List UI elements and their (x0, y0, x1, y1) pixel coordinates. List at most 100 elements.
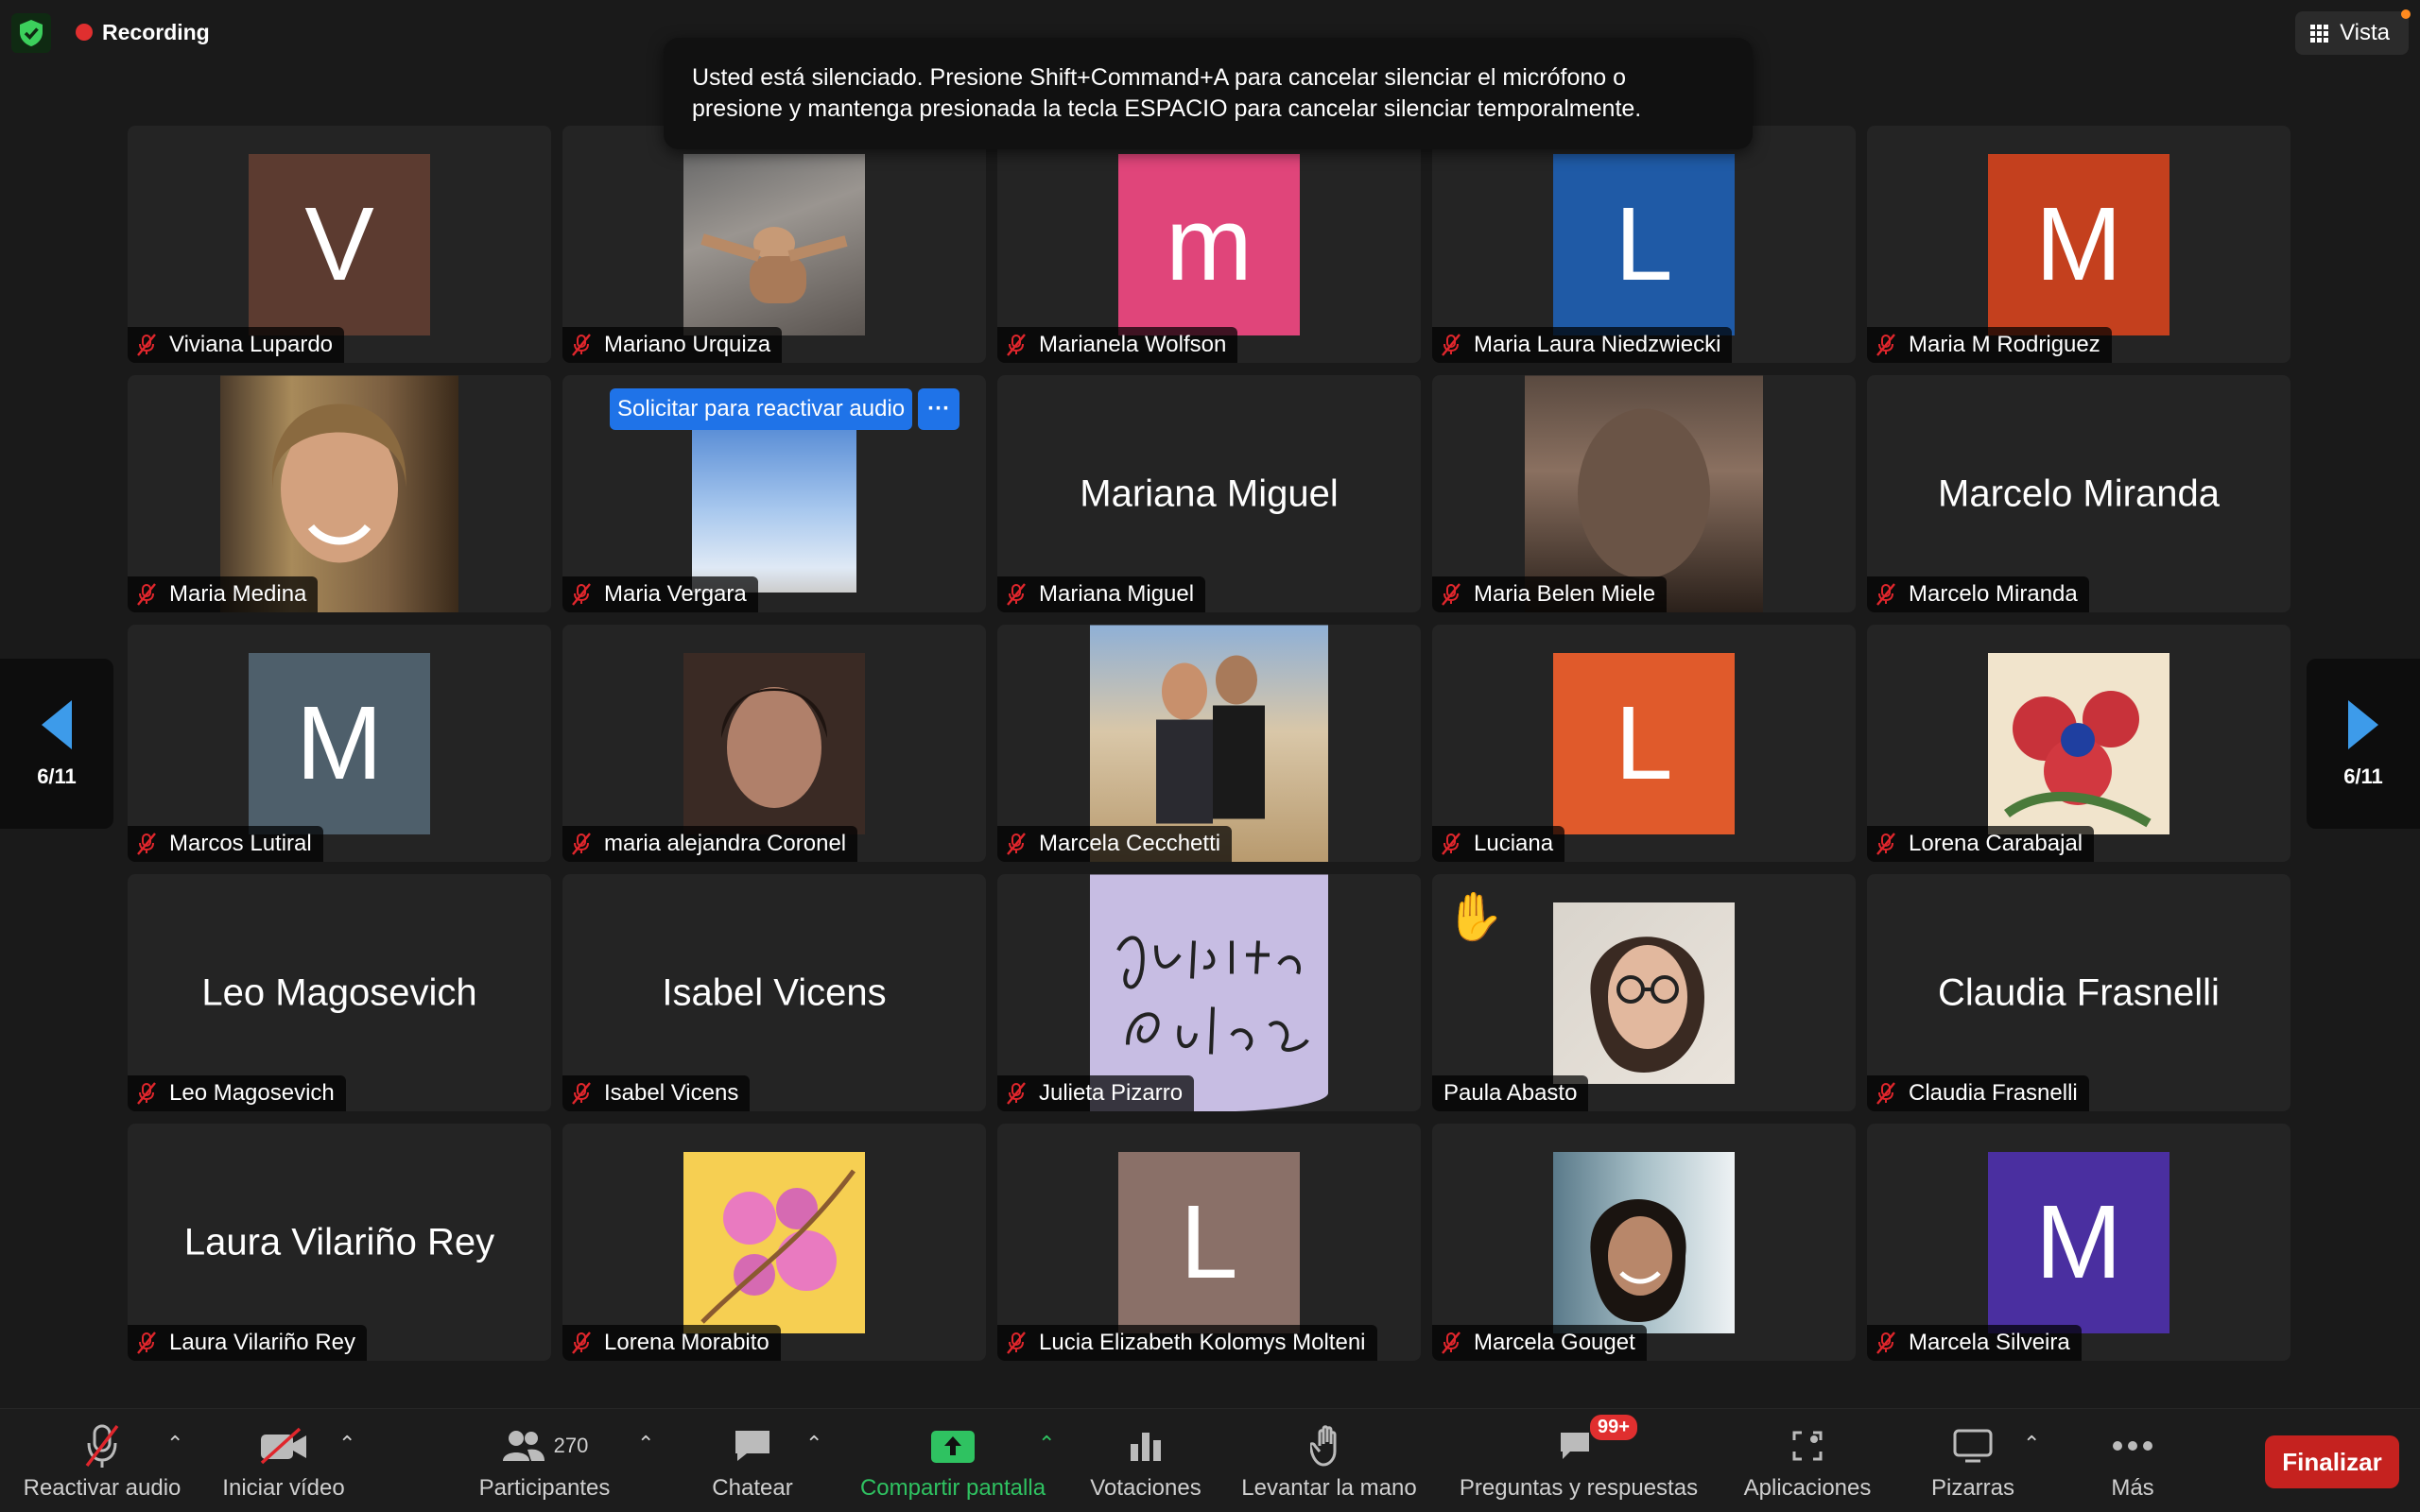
participant-tile[interactable]: Marcelo Miranda Marcelo Miranda (1867, 375, 2290, 612)
participant-tile[interactable]: M Maria M Rodriguez (1867, 126, 2290, 363)
participant-tile[interactable]: Mariano Urquiza (562, 126, 986, 363)
polls-button[interactable]: Votaciones (1083, 1409, 1208, 1512)
participant-name: Isabel Vicens (604, 1080, 739, 1106)
tile-more-options-button[interactable]: ··· (918, 388, 960, 430)
video-off-icon (258, 1417, 309, 1475)
recording-dot-icon (76, 24, 93, 41)
participant-name: Lucia Elizabeth Kolomys Molteni (1039, 1330, 1366, 1355)
muted-mic-icon (137, 833, 156, 855)
muted-mic-icon (1442, 334, 1461, 356)
start-video-button[interactable]: Iniciar vídeo (208, 1409, 359, 1512)
grid-view-icon (2310, 24, 2329, 43)
muted-mic-icon (1442, 833, 1461, 855)
participant-tile[interactable]: Maria Belen Miele (1432, 375, 1856, 612)
participant-tile[interactable]: L Lucia Elizabeth Kolomys Molteni (997, 1124, 1421, 1361)
participant-name: Maria Vergara (604, 581, 747, 607)
participant-tile[interactable]: Laura Vilariño Rey Laura Vilariño Rey (128, 1124, 551, 1361)
participant-photo (692, 428, 856, 593)
muted-mic-icon (1442, 583, 1461, 606)
participant-name-label: Mariano Urquiza (562, 327, 783, 363)
end-meeting-button[interactable]: Finalizar (2265, 1435, 2399, 1488)
participant-tile[interactable]: Isabel Vicens Isabel Vicens (562, 874, 986, 1111)
raise-hand-button[interactable]: Levantar la mano (1235, 1409, 1424, 1512)
participant-name-label: Lucia Elizabeth Kolomys Molteni (997, 1325, 1377, 1361)
share-screen-button[interactable]: Compartir pantalla (851, 1409, 1055, 1512)
share-screen-label: Compartir pantalla (859, 1475, 1046, 1501)
participant-tile[interactable]: M Marcos Lutiral (128, 625, 551, 862)
participant-name: Maria Laura Niedzwiecki (1474, 332, 1721, 357)
qa-button[interactable]: 99+ Preguntas y respuestas (1452, 1409, 1705, 1512)
participant-name: Maria Belen Miele (1474, 581, 1656, 607)
participant-name-label: Lorena Morabito (562, 1325, 781, 1361)
participant-tile[interactable]: Marcela Gouget (1432, 1124, 1856, 1361)
participant-tile[interactable]: V Viviana Lupardo (128, 126, 551, 363)
participants-count: 270 (553, 1434, 589, 1457)
video-options-caret-icon[interactable]: ⌃ (338, 1432, 355, 1456)
participants-label: Participantes (478, 1475, 611, 1501)
muted-mic-icon (137, 1082, 156, 1105)
muted-mic-icon (81, 1417, 123, 1475)
raise-hand-label: Levantar la mano (1241, 1475, 1417, 1501)
participant-tile[interactable]: maria alejandra Coronel (562, 625, 986, 862)
request-unmute-control: Solicitar para reactivar audio ··· (610, 388, 960, 430)
more-button[interactable]: Más (2095, 1409, 2170, 1512)
muted-mic-icon (1876, 833, 1895, 855)
participant-photo (1553, 902, 1735, 1084)
avatar: V (249, 153, 430, 335)
participant-tile[interactable]: Marcela Cecchetti (997, 625, 1421, 862)
next-page-button[interactable]: 6/11 (2307, 659, 2420, 829)
recording-indicator[interactable]: Recording (76, 17, 210, 47)
participant-center-name: Laura Vilariño Rey (183, 1221, 495, 1263)
toast-line-2: presione y mantenga presionada la tecla … (692, 95, 1642, 122)
participant-tile[interactable]: M Marcela Silveira (1867, 1124, 2290, 1361)
participant-tile[interactable]: L Luciana (1432, 625, 1856, 862)
participant-tile[interactable]: Claudia Frasnelli Claudia Frasnelli (1867, 874, 2290, 1111)
participant-tile[interactable]: Lorena Morabito (562, 1124, 986, 1361)
share-screen-icon (929, 1417, 977, 1475)
arrow-right-icon (2348, 700, 2378, 749)
apps-icon (1789, 1417, 1826, 1475)
participant-tile[interactable]: ✋ Paula Abasto (1432, 874, 1856, 1111)
muted-mic-icon (1876, 583, 1895, 606)
previous-page-button[interactable]: 6/11 (0, 659, 113, 829)
chat-options-caret-icon[interactable]: ⌃ (805, 1432, 822, 1456)
chat-button[interactable]: Chatear (696, 1409, 809, 1512)
participant-photo (1988, 652, 2169, 834)
muted-mic-icon (137, 334, 156, 356)
participant-tile[interactable]: Mariana Miguel Mariana Miguel (997, 375, 1421, 612)
unmute-button[interactable]: Reactivar audio (17, 1409, 187, 1512)
participant-tile[interactable]: Maria Medina (128, 375, 551, 612)
share-options-caret-icon[interactable]: ⌃ (1038, 1432, 1055, 1456)
participants-button[interactable]: 270 Participantes (467, 1409, 622, 1512)
whiteboards-button[interactable]: Pizarras (1921, 1409, 2025, 1512)
participant-name-label: Marcela Gouget (1432, 1325, 1647, 1361)
muted-mic-icon (1007, 833, 1026, 855)
gallery-grid: V Viviana Lupardo Mariano Urquiza m Mari… (128, 126, 2292, 1362)
participant-tile[interactable]: Lorena Carabajal (1867, 625, 2290, 862)
muted-mic-icon (1007, 1332, 1026, 1354)
notification-dot (2401, 9, 2411, 19)
participant-tile[interactable]: Julieta Pizarro (997, 874, 1421, 1111)
participant-name-label: Maria M Rodriguez (1867, 327, 2112, 363)
participants-options-caret-icon[interactable]: ⌃ (637, 1432, 654, 1456)
participant-tile[interactable]: L Maria Laura Niedzwiecki (1432, 126, 1856, 363)
polls-bar-chart-icon (1127, 1417, 1165, 1475)
security-shield-icon[interactable] (11, 13, 51, 53)
participant-name-label: Isabel Vicens (562, 1075, 751, 1111)
muted-mic-icon (1007, 583, 1026, 606)
participant-tile[interactable]: m Marianela Wolfson (997, 126, 1421, 363)
raise-hand-icon (1310, 1417, 1348, 1475)
participant-name-label: Leo Magosevich (128, 1075, 346, 1111)
participant-tile[interactable]: Leo Magosevich Leo Magosevich (128, 874, 551, 1111)
whiteboards-options-caret-icon[interactable]: ⌃ (2023, 1432, 2040, 1456)
avatar: M (1988, 153, 2169, 335)
participant-photo (1553, 1151, 1735, 1333)
view-button[interactable]: Vista (2295, 9, 2411, 55)
muted-mic-icon (1442, 1332, 1461, 1354)
participant-name: Claudia Frasnelli (1909, 1080, 2078, 1106)
request-unmute-button[interactable]: Solicitar para reactivar audio (610, 388, 913, 430)
more-dots-icon (2112, 1417, 2153, 1475)
audio-options-caret-icon[interactable]: ⌃ (166, 1432, 183, 1456)
apps-button[interactable]: Aplicaciones (1732, 1409, 1883, 1512)
muted-mic-icon (1876, 1082, 1895, 1105)
